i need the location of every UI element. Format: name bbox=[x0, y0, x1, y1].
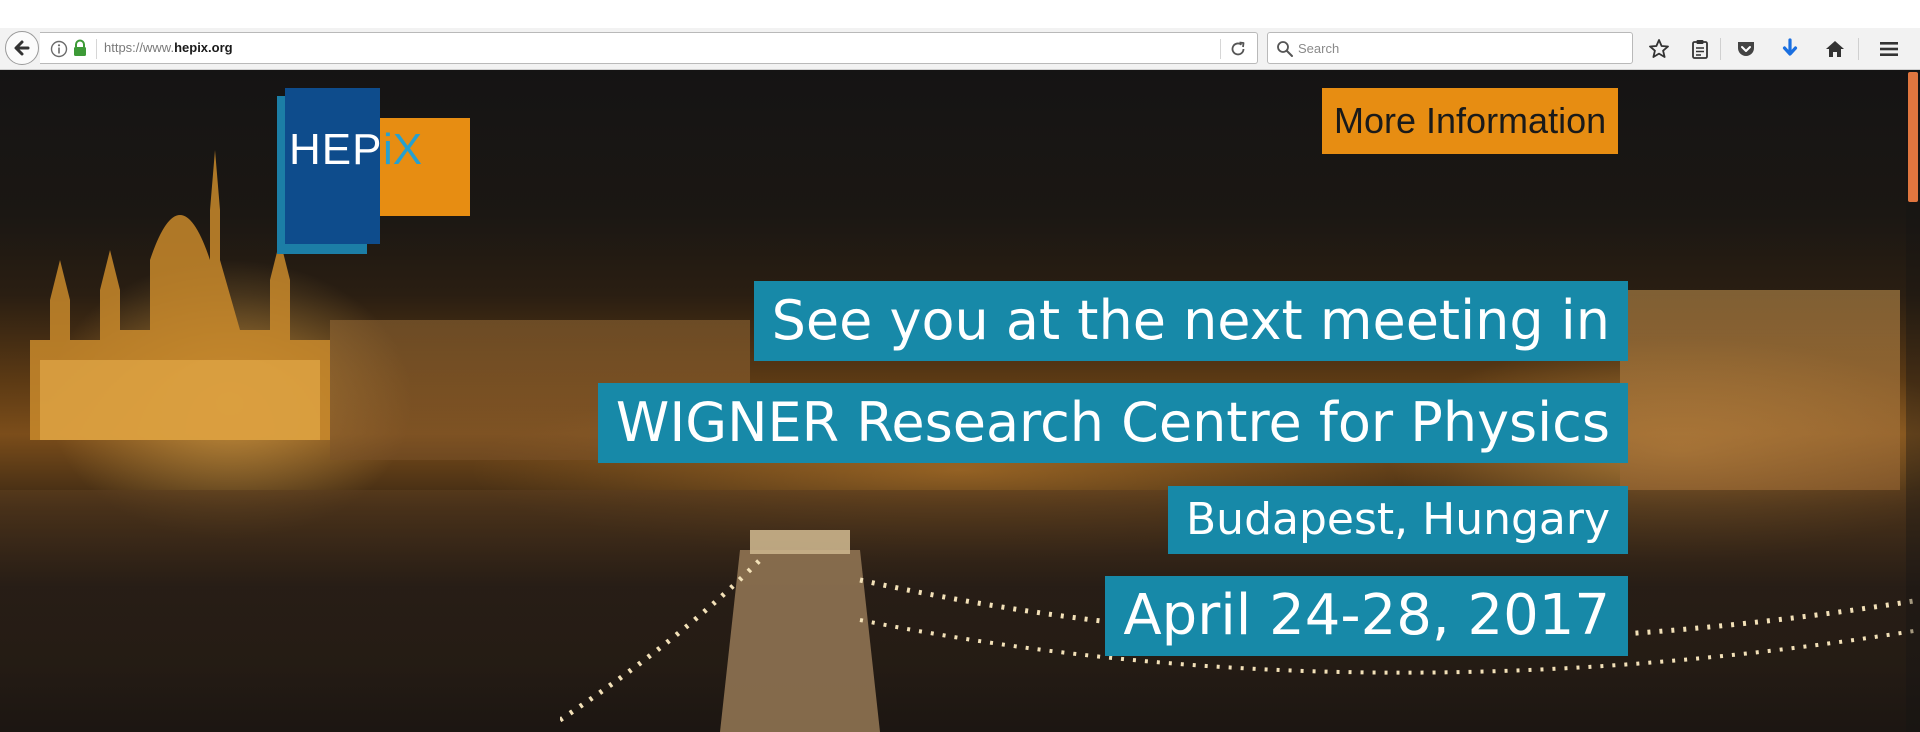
arrow-down-icon bbox=[1782, 38, 1798, 56]
arrow-left-icon bbox=[14, 40, 30, 56]
star-icon bbox=[1649, 39, 1669, 58]
lock-icon[interactable] bbox=[72, 39, 88, 57]
clipboard-icon bbox=[1692, 40, 1708, 59]
magnifier-icon bbox=[1277, 41, 1293, 57]
search-input[interactable] bbox=[1298, 36, 1618, 60]
hero-line-dates: April 24-28, 2017 bbox=[1105, 576, 1628, 656]
reload-icon[interactable] bbox=[1228, 39, 1248, 59]
info-circle-icon[interactable] bbox=[50, 40, 68, 58]
browser-toolbar: https://www.hepix.org bbox=[0, 28, 1920, 70]
hero-line-location: Budapest, Hungary bbox=[1168, 486, 1628, 554]
more-information-button[interactable]: More Information bbox=[1322, 88, 1619, 154]
url-text[interactable]: https://www.hepix.org bbox=[104, 33, 233, 63]
hero-line-meeting: See you at the next meeting in bbox=[753, 281, 1628, 361]
logo-text-hep: HEP bbox=[289, 125, 383, 174]
reading-list-button[interactable] bbox=[1685, 34, 1715, 64]
url-prefix: https://www. bbox=[104, 40, 175, 55]
page-viewport: HEP iX More Information See you at the n… bbox=[0, 70, 1920, 732]
hero-line-venue: WIGNER Research Centre for Physics bbox=[597, 383, 1628, 463]
city-skyline-right bbox=[1620, 290, 1900, 490]
home-button[interactable] bbox=[1820, 34, 1850, 64]
search-bar[interactable] bbox=[1267, 32, 1633, 64]
menu-button[interactable] bbox=[1874, 34, 1904, 64]
hamburger-menu-icon bbox=[1880, 42, 1898, 56]
pocket-button[interactable] bbox=[1731, 34, 1761, 64]
pocket-icon bbox=[1738, 42, 1754, 56]
hepix-logo[interactable]: HEP iX bbox=[275, 88, 475, 254]
url-bar[interactable]: https://www.hepix.org bbox=[40, 32, 1258, 64]
toolbar-divider bbox=[1720, 38, 1721, 60]
url-domain: hepix.org bbox=[174, 40, 233, 55]
reload-divider bbox=[1220, 39, 1221, 59]
logo-text-ix: iX bbox=[383, 125, 423, 174]
bookmark-star-button[interactable] bbox=[1644, 34, 1674, 64]
home-icon bbox=[1826, 41, 1844, 57]
downloads-button[interactable] bbox=[1775, 34, 1805, 64]
url-divider bbox=[96, 39, 97, 59]
window-top-strip bbox=[0, 0, 1920, 28]
scrollbar-thumb[interactable] bbox=[1908, 72, 1918, 202]
back-button[interactable] bbox=[5, 31, 39, 65]
toolbar-divider bbox=[1858, 38, 1859, 60]
